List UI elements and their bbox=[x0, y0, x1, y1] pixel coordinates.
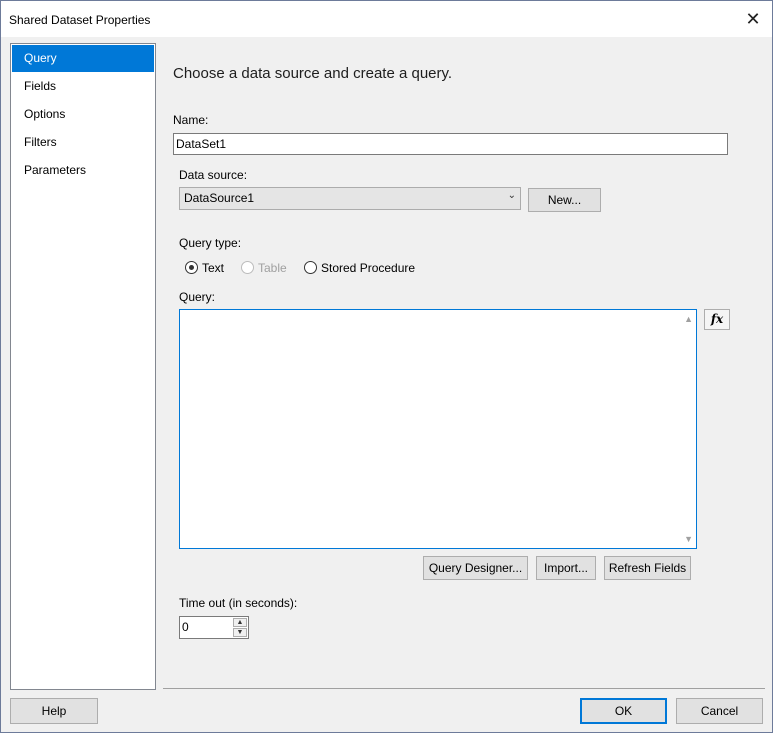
radio-text[interactable]: Text bbox=[185, 259, 224, 275]
query-designer-button[interactable]: Query Designer... bbox=[423, 556, 528, 580]
stepper-down-icon[interactable]: ▼ bbox=[233, 628, 247, 637]
radio-stored-procedure-label: Stored Procedure bbox=[321, 260, 416, 275]
sidebar-item-fields[interactable]: Fields bbox=[12, 73, 154, 100]
page-heading: Choose a data source and create a query. bbox=[173, 65, 453, 82]
querytype-label: Query type: bbox=[179, 236, 242, 250]
timeout-stepper[interactable]: 0 ▲ ▼ bbox=[179, 616, 249, 639]
name-label: Name: bbox=[173, 113, 209, 127]
chevron-down-icon: ⌄ bbox=[507, 190, 516, 201]
sidebar-item-query[interactable]: Query bbox=[12, 45, 154, 72]
import-button[interactable]: Import... bbox=[536, 556, 596, 580]
expression-button[interactable]: fx bbox=[704, 309, 730, 330]
cancel-button[interactable]: Cancel bbox=[676, 698, 763, 724]
scroll-down-icon[interactable]: ▼ bbox=[684, 534, 693, 544]
query-label: Query: bbox=[179, 290, 216, 304]
sidebar-item-options[interactable]: Options bbox=[12, 101, 154, 128]
query-textarea[interactable]: ▲ ▼ bbox=[179, 309, 697, 549]
sidebar-item-filters[interactable]: Filters bbox=[12, 129, 154, 156]
scroll-up-icon[interactable]: ▲ bbox=[684, 314, 693, 324]
radio-unchecked-icon bbox=[304, 261, 317, 275]
close-icon[interactable]: ✕ bbox=[740, 7, 766, 31]
title-bar: Shared Dataset Properties ✕ bbox=[1, 1, 772, 37]
datasource-label: Data source: bbox=[179, 168, 248, 182]
radio-table-label: Table bbox=[258, 260, 287, 275]
datasource-select[interactable]: DataSource1 ⌄ bbox=[179, 187, 521, 210]
datasource-value: DataSource1 bbox=[184, 191, 255, 205]
radio-text-label: Text bbox=[202, 260, 225, 275]
timeout-label: Time out (in seconds): bbox=[179, 596, 298, 610]
window-title: Shared Dataset Properties bbox=[9, 13, 151, 27]
stepper-up-icon[interactable]: ▲ bbox=[233, 618, 247, 627]
timeout-value: 0 bbox=[182, 620, 189, 634]
sidebar-nav: Query Fields Options Filters Parameters bbox=[10, 43, 156, 690]
radio-checked-icon bbox=[185, 261, 198, 275]
dialog-window: Shared Dataset Properties ✕ Query Fields… bbox=[0, 0, 773, 733]
new-datasource-button[interactable]: New... bbox=[528, 188, 601, 212]
radio-unchecked-icon bbox=[241, 261, 254, 275]
refresh-fields-button[interactable]: Refresh Fields bbox=[604, 556, 691, 580]
footer-divider bbox=[163, 688, 765, 689]
radio-table: Table bbox=[241, 259, 287, 275]
name-field[interactable]: DataSet1 bbox=[173, 133, 728, 155]
ok-button[interactable]: OK bbox=[580, 698, 667, 724]
sidebar-item-parameters[interactable]: Parameters bbox=[12, 157, 154, 184]
radio-stored-procedure[interactable]: Stored Procedure bbox=[304, 259, 415, 275]
help-button[interactable]: Help bbox=[10, 698, 98, 724]
